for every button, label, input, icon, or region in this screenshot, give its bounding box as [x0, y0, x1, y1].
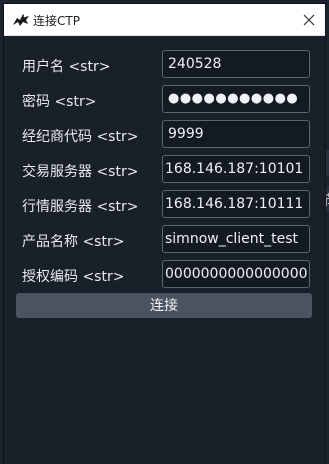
- form-row-username: 用户名 <str>: [4, 50, 325, 80]
- close-icon: [303, 14, 315, 26]
- screen: 栉 连接CTP 用户名 <str> 密码 <str>: [0, 0, 329, 464]
- product-name-input[interactable]: simnow_client_test: [162, 225, 310, 253]
- password-input[interactable]: ●●●●●●●●●●●: [162, 85, 310, 113]
- window-title: 连接CTP: [33, 14, 80, 28]
- password-label: 密码 <str>: [22, 94, 97, 110]
- form-row-trade-server: 交易服务器 <str> 168.146.187:10101: [4, 155, 325, 185]
- form-row-broker-id: 经纪商代码 <str>: [4, 120, 325, 150]
- form-row-product-name: 产品名称 <str> simnow_client_test: [4, 225, 325, 255]
- username-input[interactable]: [162, 50, 310, 78]
- product-name-label: 产品名称 <str>: [22, 234, 125, 250]
- auth-code-value: 0000000000000000: [165, 266, 308, 282]
- form-row-auth-code: 授权编码 <str> 0000000000000000: [4, 260, 325, 290]
- auth-code-label: 授权编码 <str>: [22, 269, 125, 285]
- trade-server-value: 168.146.187:10101: [165, 161, 304, 177]
- close-button[interactable]: [299, 10, 319, 30]
- form-row-market-server: 行情服务器 <str> 168.146.187:10111: [4, 190, 325, 220]
- broker-id-label: 经纪商代码 <str>: [22, 129, 139, 145]
- form-row-password: 密码 <str> ●●●●●●●●●●●: [4, 85, 325, 115]
- market-server-label: 行情服务器 <str>: [22, 199, 139, 215]
- product-name-value: simnow_client_test: [165, 231, 299, 247]
- username-label: 用户名 <str>: [22, 59, 111, 75]
- title-bar[interactable]: 连接CTP: [4, 4, 325, 36]
- app-logo-icon: [12, 12, 30, 28]
- trade-server-label: 交易服务器 <str>: [22, 164, 139, 180]
- broker-id-input[interactable]: [162, 120, 310, 148]
- market-server-input[interactable]: 168.146.187:10111: [162, 190, 310, 218]
- connect-button[interactable]: 连接: [16, 293, 312, 318]
- auth-code-input[interactable]: 0000000000000000: [162, 260, 310, 288]
- trade-server-input[interactable]: 168.146.187:10101: [162, 155, 310, 183]
- connect-ctp-dialog: 连接CTP 用户名 <str> 密码 <str> ●●●●●●●●●●● 经纪商…: [4, 4, 325, 464]
- market-server-value: 168.146.187:10111: [165, 196, 304, 212]
